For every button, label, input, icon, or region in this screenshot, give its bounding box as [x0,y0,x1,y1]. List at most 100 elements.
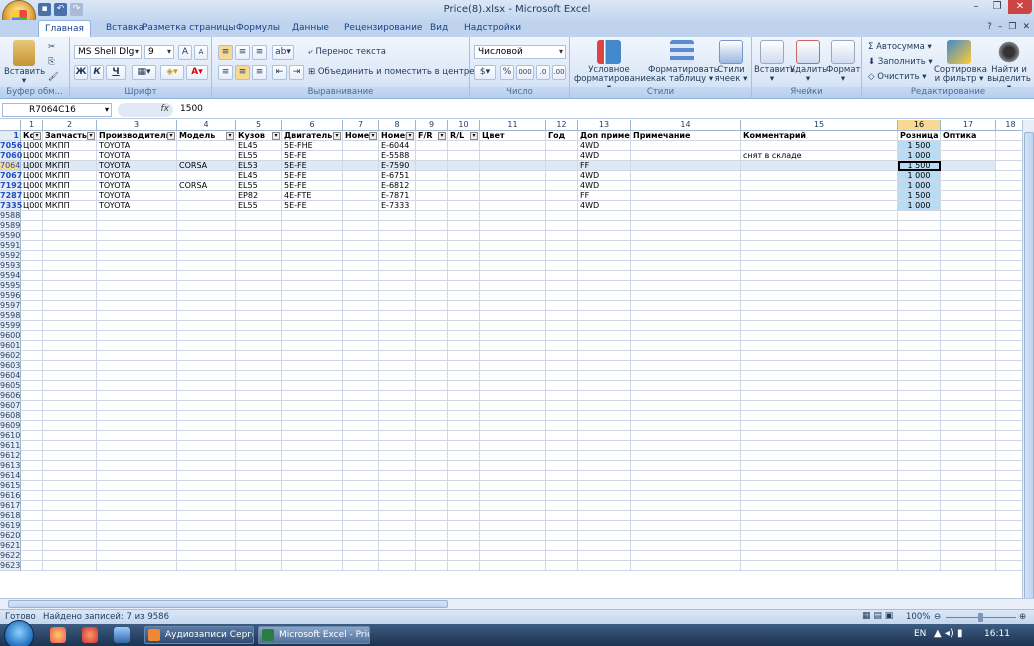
empty-cell[interactable] [282,361,343,371]
empty-cell[interactable] [416,511,448,521]
table-cell[interactable] [177,151,236,161]
empty-cell[interactable] [379,551,416,561]
row-header[interactable]: 9608 [0,411,21,421]
empty-cell[interactable] [941,491,996,501]
empty-cell[interactable] [416,481,448,491]
empty-cell[interactable] [631,401,741,411]
table-cell[interactable]: EL45 [236,141,282,151]
empty-cell[interactable] [480,441,546,451]
empty-cell[interactable] [21,421,43,431]
empty-cell[interactable] [996,511,1022,521]
fill-button[interactable]: ⬇ Заполнить ▾ [868,55,933,69]
empty-cell[interactable] [631,331,741,341]
table-cell[interactable] [343,151,379,161]
restore-button[interactable]: ❐ [987,0,1007,14]
empty-cell[interactable] [21,391,43,401]
empty-cell[interactable] [177,541,236,551]
empty-cell[interactable] [97,471,177,481]
empty-cell[interactable] [941,221,996,231]
table-cell[interactable]: E-7333 [379,201,416,211]
row-header[interactable]: 9601 [0,341,21,351]
empty-cell[interactable] [236,341,282,351]
empty-cell[interactable] [177,331,236,341]
empty-cell[interactable] [97,231,177,241]
table-cell[interactable]: 1 500 [898,141,941,151]
empty-cell[interactable] [282,401,343,411]
empty-cell[interactable] [21,221,43,231]
empty-cell[interactable] [546,351,578,361]
empty-cell[interactable] [416,251,448,261]
empty-cell[interactable] [996,401,1022,411]
empty-cell[interactable] [631,411,741,421]
empty-cell[interactable] [282,541,343,551]
empty-cell[interactable] [21,411,43,421]
filter-dropdown-icon[interactable]: ▾ [333,132,341,140]
empty-cell[interactable] [21,241,43,251]
table-cell[interactable] [416,171,448,181]
table-cell[interactable]: 1 000 [898,151,941,161]
empty-cell[interactable] [996,381,1022,391]
table-cell[interactable] [996,141,1022,151]
row-header[interactable]: 9596 [0,291,21,301]
empty-cell[interactable] [898,491,941,501]
table-cell[interactable]: EL55 [236,201,282,211]
empty-cell[interactable] [448,551,480,561]
empty-cell[interactable] [21,491,43,501]
empty-cell[interactable] [343,481,379,491]
row-header[interactable]: 9622 [0,551,21,561]
table-cell[interactable]: МКПП [43,151,97,161]
empty-cell[interactable] [480,471,546,481]
align-top-icon[interactable]: ≡ [218,45,233,60]
empty-cell[interactable] [741,521,898,531]
empty-cell[interactable] [741,351,898,361]
empty-cell[interactable] [282,451,343,461]
empty-cell[interactable] [416,211,448,221]
empty-cell[interactable] [43,381,97,391]
table-cell[interactable] [177,171,236,181]
empty-cell[interactable] [631,341,741,351]
empty-cell[interactable] [379,561,416,571]
empty-cell[interactable] [43,371,97,381]
empty-cell[interactable] [416,551,448,561]
row-header[interactable]: 7287 [0,191,22,201]
empty-cell[interactable] [343,381,379,391]
empty-cell[interactable] [343,541,379,551]
empty-cell[interactable] [97,331,177,341]
empty-cell[interactable] [578,341,631,351]
empty-cell[interactable] [379,451,416,461]
empty-cell[interactable] [996,261,1022,271]
clear-button[interactable]: ◇ Очистить ▾ [868,70,927,84]
table-cell[interactable] [941,171,996,181]
table-cell[interactable] [448,141,480,151]
empty-cell[interactable] [177,231,236,241]
empty-cell[interactable] [343,421,379,431]
empty-cell[interactable] [21,381,43,391]
empty-cell[interactable] [97,551,177,561]
empty-cell[interactable] [741,341,898,351]
row-header[interactable]: 9611 [0,441,21,451]
empty-cell[interactable] [177,491,236,501]
empty-cell[interactable] [379,421,416,431]
table-cell[interactable]: МКПП [43,181,97,191]
empty-cell[interactable] [21,321,43,331]
empty-cell[interactable] [480,391,546,401]
vertical-scroll-thumb[interactable] [1024,132,1034,602]
row-header[interactable]: 9615 [0,481,21,491]
empty-cell[interactable] [578,381,631,391]
empty-cell[interactable] [43,271,97,281]
empty-cell[interactable] [97,301,177,311]
decrease-decimal-icon[interactable]: .00 [552,65,566,80]
empty-cell[interactable] [741,241,898,251]
empty-cell[interactable] [941,511,996,521]
empty-cell[interactable] [236,281,282,291]
empty-cell[interactable] [21,441,43,451]
empty-cell[interactable] [546,231,578,241]
horizontal-scroll-thumb[interactable] [8,600,448,608]
empty-cell[interactable] [578,411,631,421]
empty-cell[interactable] [97,351,177,361]
empty-cell[interactable] [43,341,97,351]
column-header[interactable]: 10 [448,120,480,131]
empty-cell[interactable] [43,311,97,321]
empty-cell[interactable] [898,271,941,281]
find-select-button[interactable]: Найти ивыделить ▾ [986,40,1032,93]
